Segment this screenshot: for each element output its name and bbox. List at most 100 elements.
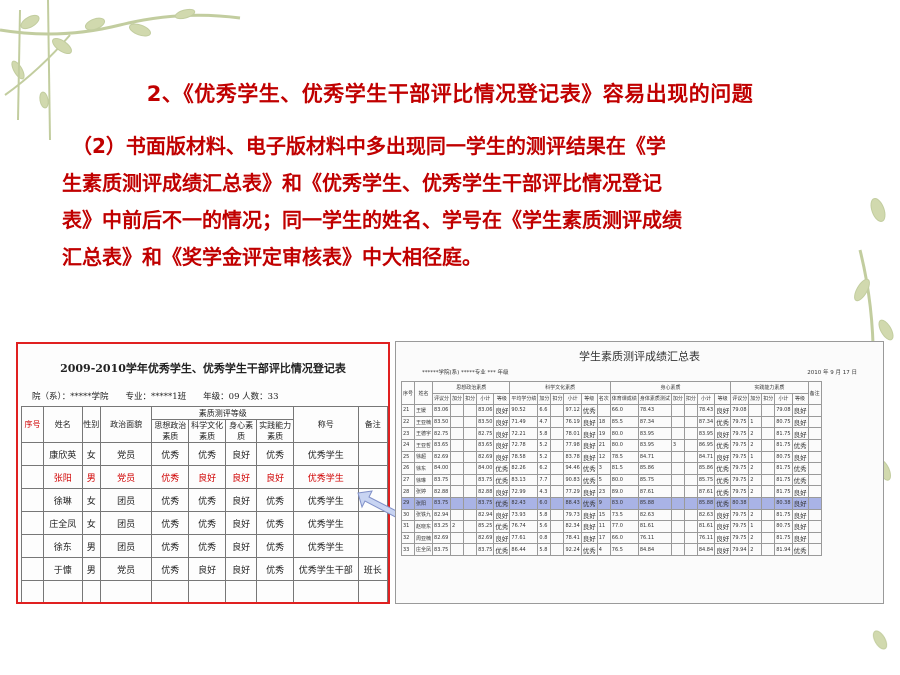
quality-assessment-summary-table: 学生素质测评成绩汇总表 ******学院(系) *****专业 *** 年级 2… xyxy=(395,341,884,604)
table-cell: 7.7 xyxy=(537,473,552,487)
table-cell: 王亚楠 xyxy=(414,415,434,429)
table-cell xyxy=(450,404,465,417)
table-cell: 优秀 xyxy=(714,415,732,429)
table-cell: 77.98 xyxy=(563,438,582,452)
table-cell xyxy=(463,427,478,440)
table-cell: 5 xyxy=(596,473,611,487)
table-cell: 79.08 xyxy=(730,404,750,417)
left-table-title: 2009-2010学年优秀学生、优秀学生干部评比情况登记表 xyxy=(60,362,346,375)
table-cell: 79.08 xyxy=(774,404,793,417)
col-header: 小计 xyxy=(774,392,793,406)
table-cell: 82.34 xyxy=(563,520,582,533)
table-cell xyxy=(683,520,698,533)
table-cell: 5.8 xyxy=(537,508,552,522)
table-cell xyxy=(550,473,565,487)
table-cell xyxy=(450,450,465,464)
table-cell xyxy=(683,427,698,440)
table-cell: 3 xyxy=(670,438,685,452)
table-cell: 2 xyxy=(748,427,763,440)
table-cell: 优秀 xyxy=(151,442,190,466)
table-cell: 优秀 xyxy=(580,462,598,475)
table-cell xyxy=(807,427,822,440)
table-cell xyxy=(189,604,226,605)
table-cell: 76.19 xyxy=(563,415,582,429)
table-cell: 5.8 xyxy=(537,543,552,556)
col-header-honor: 称号 xyxy=(293,406,359,443)
table-cell xyxy=(670,508,685,522)
table-cell: 81.61 xyxy=(637,520,672,533)
table-cell xyxy=(807,438,822,452)
table-cell: 81.75 xyxy=(774,485,793,498)
table-cell: 优秀 xyxy=(188,534,226,558)
table-cell: 82.94 xyxy=(476,508,495,522)
col-header: 体育课成绩 xyxy=(609,392,639,406)
table-cell: 78.58 xyxy=(509,450,539,464)
table-cell xyxy=(550,531,565,545)
table-cell: 2 xyxy=(748,531,763,545)
table-cell: 优秀 xyxy=(580,473,598,487)
table-cell: 良好 xyxy=(791,404,809,417)
table-cell xyxy=(450,462,465,475)
col-header: 加分 xyxy=(537,392,552,406)
table-cell xyxy=(357,465,388,489)
table-cell: 良好 xyxy=(580,415,598,429)
table-cell xyxy=(596,404,611,417)
col-header: 小计 xyxy=(476,392,495,406)
table-cell: 优秀 xyxy=(791,473,809,487)
right-table-meta-left: ******学院(系) *****专业 *** 年级 xyxy=(422,370,509,376)
table-cell: 27 xyxy=(400,473,416,487)
table-cell xyxy=(450,438,465,452)
table-cell: 11 xyxy=(596,520,611,533)
table-cell xyxy=(450,473,465,487)
table-cell: 77.0 xyxy=(609,520,639,533)
table-cell xyxy=(683,473,698,487)
problem-description: （2）书面版材料、电子版材料中多出现同一学生的测评结果在《学 生素质测评成绩汇总… xyxy=(62,128,822,276)
table-cell: 优秀学生 xyxy=(293,534,359,558)
table-cell xyxy=(807,450,822,464)
table-cell: 82.69 xyxy=(432,450,452,464)
table-cell: 80.75 xyxy=(774,520,793,533)
table-cell xyxy=(670,450,685,464)
table-cell: 优秀 xyxy=(714,496,732,510)
table-cell xyxy=(550,520,565,533)
table-cell: 1 xyxy=(748,520,763,533)
table-cell: 优秀学生 xyxy=(293,511,359,535)
table-cell xyxy=(450,496,465,510)
paragraph-line: 生素质测评成绩汇总表》和《优秀学生、优秀学生干部评比情况登记 xyxy=(62,171,662,195)
table-cell: 良好 xyxy=(714,531,732,545)
table-cell xyxy=(357,534,388,558)
table-cell xyxy=(463,415,478,429)
table-cell: 83.95 xyxy=(637,427,672,440)
table-cell: 81.5 xyxy=(609,462,639,475)
table-cell: 优秀 xyxy=(580,404,598,417)
table-cell: 88.43 xyxy=(563,496,582,510)
table-cell: 79.75 xyxy=(730,508,750,522)
table-cell: 3 xyxy=(596,462,611,475)
table-cell xyxy=(550,415,565,429)
table-cell: 21 xyxy=(400,404,416,417)
table-cell: 优秀 xyxy=(188,511,226,535)
table-cell: 80.38 xyxy=(730,496,750,510)
table-cell: 30 xyxy=(400,508,416,522)
table-cell xyxy=(807,508,822,522)
table-cell: 4 xyxy=(596,543,611,556)
table-cell xyxy=(761,543,776,556)
table-cell: 81.61 xyxy=(696,520,716,533)
col-header-physical: 身心素质 xyxy=(224,419,258,443)
table-cell: 9 xyxy=(596,496,611,510)
table-cell: 良好 xyxy=(580,438,598,452)
table-cell: 男 xyxy=(81,465,101,489)
table-cell: 良好 xyxy=(493,415,511,429)
table-cell xyxy=(22,604,44,605)
table-cell xyxy=(21,465,44,489)
table-cell: 良好 xyxy=(224,534,258,558)
table-row: 庄全凤女团员 优秀 优秀 良好 优秀 优秀学生 xyxy=(21,511,388,535)
table-cell xyxy=(748,404,763,417)
table-cell: 男 xyxy=(81,557,101,581)
table-cell xyxy=(463,508,478,522)
col-header: 扣分 xyxy=(550,392,565,406)
table-cell xyxy=(151,580,190,602)
col-header: 小计 xyxy=(563,392,582,406)
table-cell xyxy=(807,531,822,545)
col-header: 小计 xyxy=(696,392,716,406)
